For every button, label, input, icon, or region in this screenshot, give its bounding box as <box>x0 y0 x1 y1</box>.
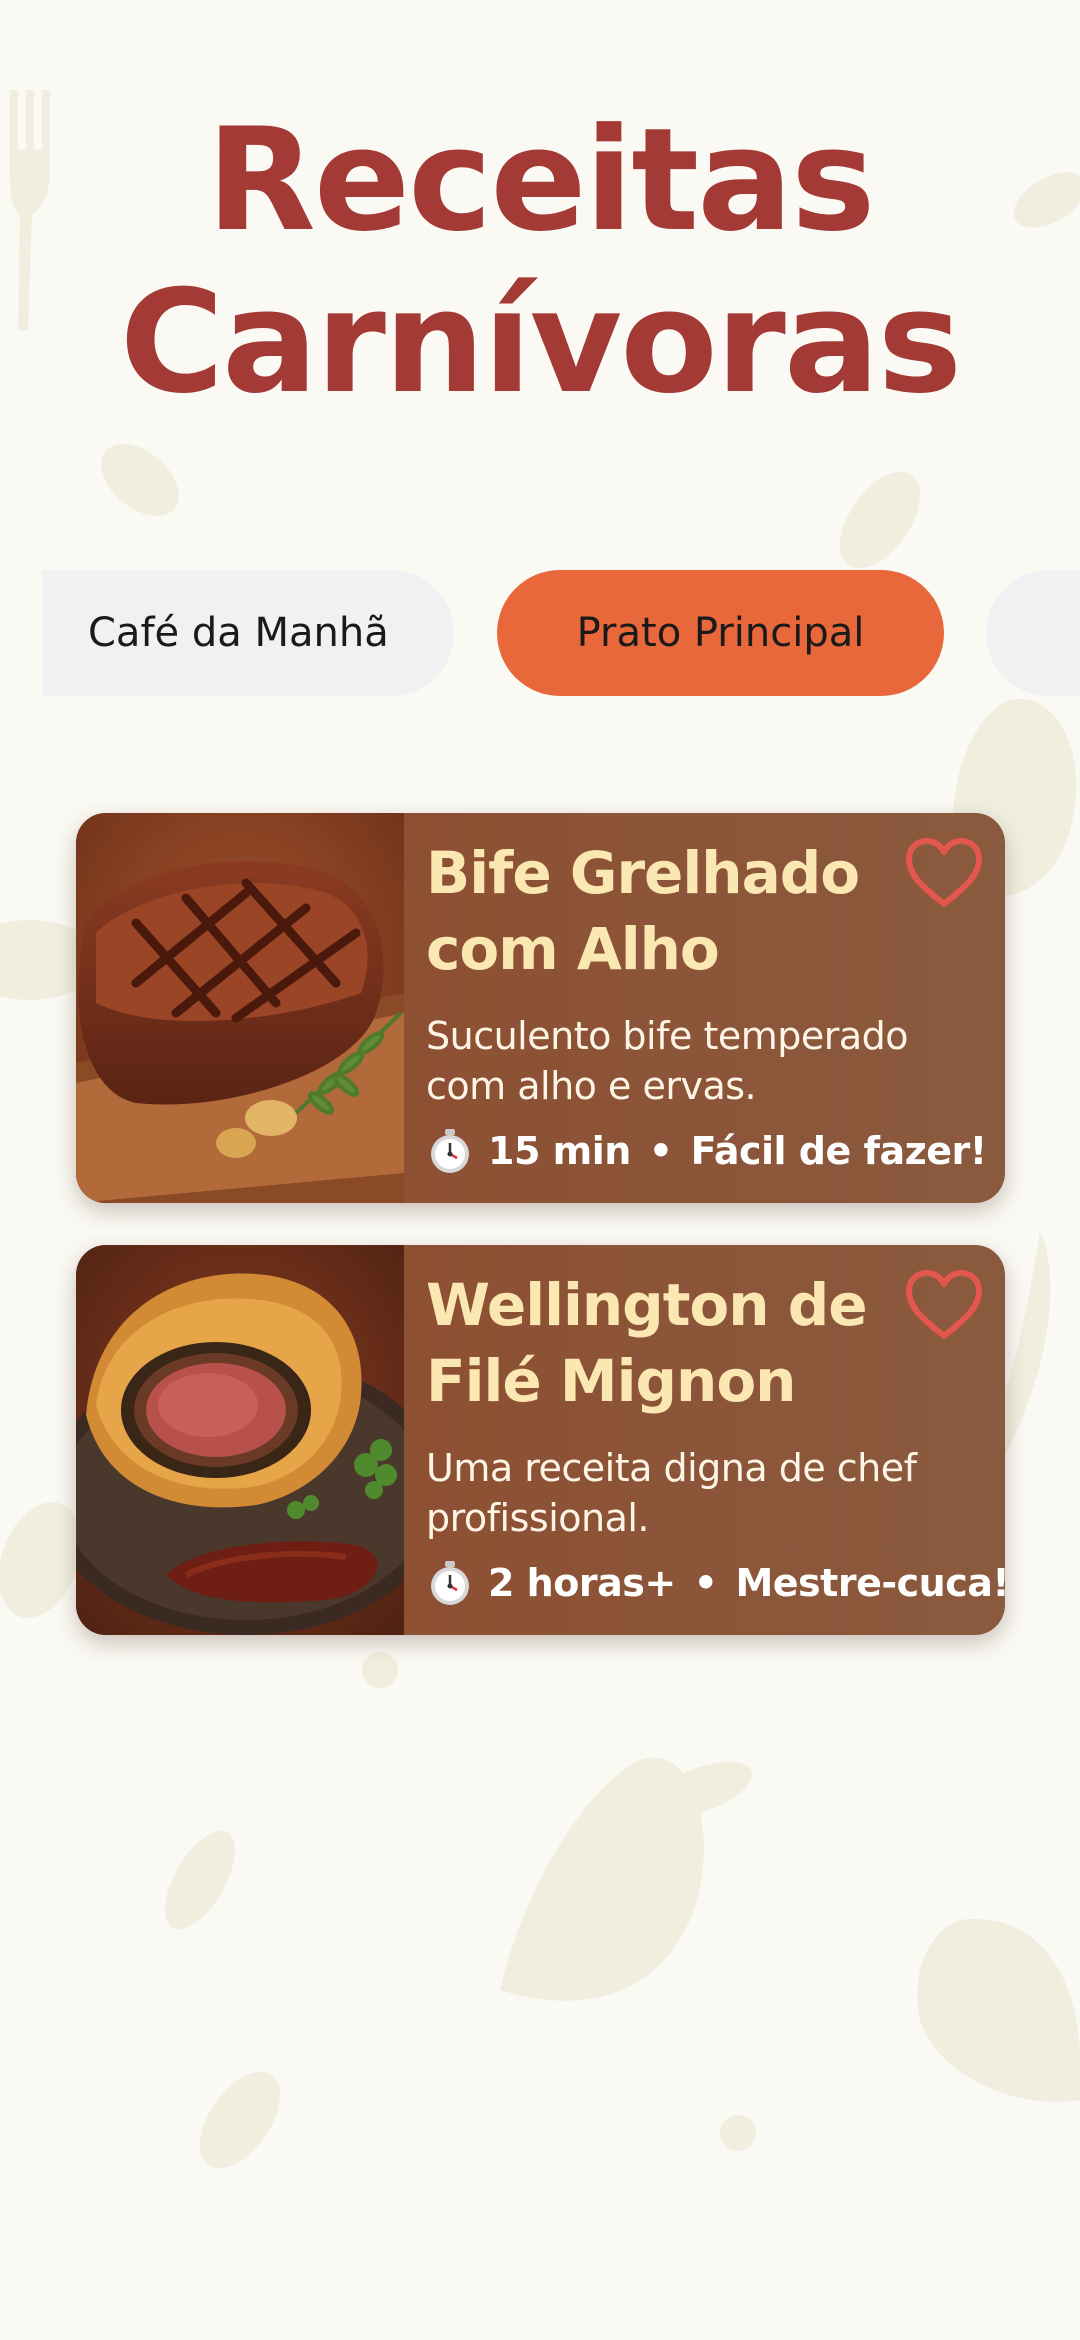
tab-prato-principal[interactable]: Prato Principal <box>497 570 944 696</box>
page-title: Receitas Carnívoras <box>0 100 1080 424</box>
favorite-button[interactable] <box>901 833 987 913</box>
tab-label: Café da Manhã <box>88 610 389 656</box>
heart-outline-icon <box>906 1270 982 1339</box>
category-tabs: Café da Manhã Prato Principal <box>0 570 1080 696</box>
stopwatch-icon <box>431 1561 469 1605</box>
tab-cafe-da-manha[interactable]: Café da Manhã <box>42 570 454 696</box>
recipe-title: Wellington de Filé Mignon <box>426 1271 868 1415</box>
recipe-difficulty: Fácil de fazer! <box>690 1129 988 1173</box>
separator-dot: • <box>648 1129 673 1173</box>
page-title-line-2: Carnívoras <box>119 260 962 425</box>
recipe-card[interactable]: Bife Grelhado com Alho Suculento bife te… <box>76 813 1005 1203</box>
recipe-difficulty: Mestre-cuca! <box>735 1561 1005 1605</box>
tab-label: Prato Principal <box>576 610 865 656</box>
recipe-card[interactable]: Wellington de Filé Mignon Uma receita di… <box>76 1245 1005 1635</box>
recipe-title: Bife Grelhado com Alho <box>426 839 860 983</box>
stopwatch-icon <box>431 1129 469 1173</box>
recipe-meta: 2 horas+ • Mestre-cuca! <box>426 1555 1005 1611</box>
heart-outline-icon <box>906 838 982 907</box>
recipe-description: Uma receita digna de chef profissional. <box>426 1446 917 1540</box>
recipe-image-grilled-steak <box>76 813 404 1203</box>
recipe-meta: 15 min • Fácil de fazer! <box>426 1123 996 1179</box>
recipe-time: 2 horas+ <box>488 1561 676 1605</box>
recipe-image-beef-wellington <box>76 1245 404 1635</box>
separator-dot: • <box>693 1561 718 1605</box>
recipe-time: 15 min <box>488 1129 631 1173</box>
page-title-line-1: Receitas <box>206 98 875 263</box>
favorite-button[interactable] <box>901 1265 987 1345</box>
recipe-description: Suculento bife temperado com alho e erva… <box>426 1014 909 1108</box>
tab-next-partial[interactable] <box>986 570 1080 696</box>
